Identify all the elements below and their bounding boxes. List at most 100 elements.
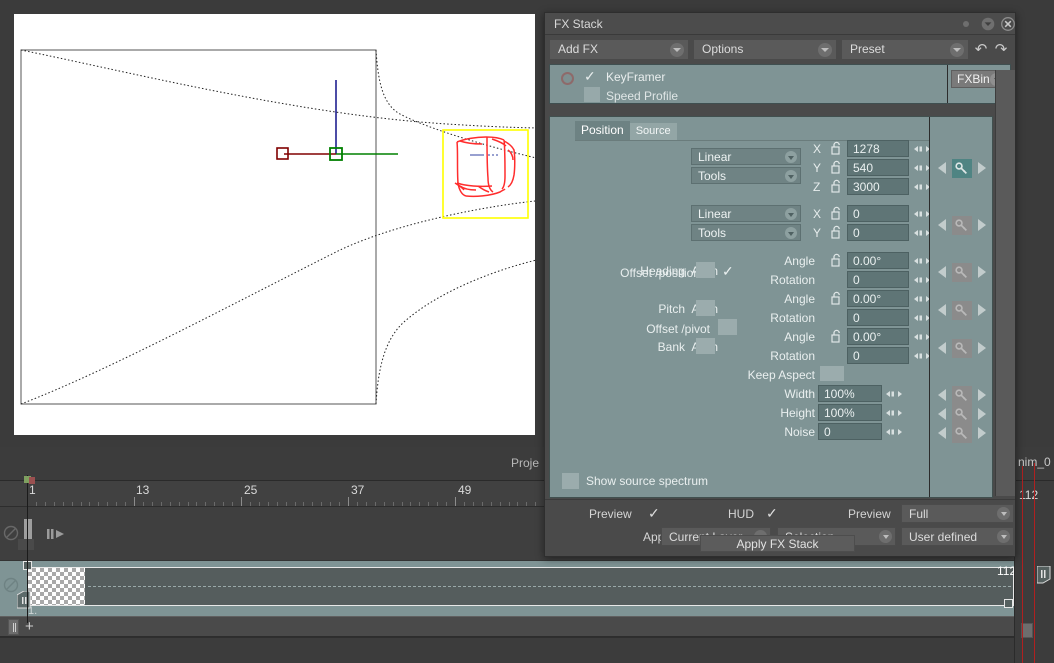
position-z-field[interactable]: 3000: [847, 178, 909, 195]
key-row-bank[interactable]: [930, 337, 993, 359]
chevron-down-icon[interactable]: [997, 530, 1010, 543]
set-key-icon[interactable]: [951, 338, 972, 358]
spinner-pivot-y-icon[interactable]: [914, 227, 930, 239]
heading-rotation-field[interactable]: 0: [847, 271, 909, 288]
spinner-height-icon[interactable]: [886, 407, 902, 419]
speed-profile-checkbox[interactable]: [584, 87, 600, 102]
offset-pivot-interp-select[interactable]: Linear: [691, 205, 801, 222]
next-key-icon[interactable]: [977, 266, 986, 278]
spinner-noise-icon[interactable]: [886, 426, 902, 438]
redo-icon[interactable]: ↷: [993, 40, 1009, 58]
mute-icon[interactable]: [3, 525, 19, 541]
fx-stack-window[interactable]: FX Stack Add FX Options Preset ↶ ↷ ✓ Key…: [544, 12, 1016, 557]
set-key-icon[interactable]: [951, 404, 972, 424]
lock-open-icon[interactable]: [831, 141, 843, 155]
width-field[interactable]: 100%: [818, 385, 882, 402]
preview-check-icon[interactable]: ✓: [648, 505, 660, 522]
show-source-spectrum-checkbox[interactable]: [562, 473, 579, 489]
spinner-z-icon[interactable]: [914, 181, 930, 193]
position-y-field[interactable]: 540: [847, 159, 909, 176]
next-key-icon[interactable]: [977, 219, 986, 231]
set-key-icon[interactable]: [951, 262, 972, 282]
prev-key-icon[interactable]: [937, 427, 946, 439]
pitch-align-checkbox[interactable]: [696, 300, 715, 316]
chevron-down-icon[interactable]: [785, 170, 797, 182]
prev-key-icon[interactable]: [937, 162, 946, 174]
titlebar-dot-icon[interactable]: [963, 21, 969, 27]
set-key-icon[interactable]: [951, 423, 972, 443]
bank-angle-field[interactable]: 0.00°: [847, 328, 909, 345]
fx-enable-radio[interactable]: [561, 72, 574, 85]
timeline-clip[interactable]: [27, 567, 1014, 606]
keyframe-block-ghost[interactable]: [18, 539, 34, 550]
preview-quality-dropdown[interactable]: Full: [901, 504, 1014, 523]
set-key-icon[interactable]: [951, 300, 972, 320]
spinner-heading-angle-icon[interactable]: [914, 255, 930, 267]
lock-open-icon[interactable]: [831, 160, 843, 174]
key-row-noise[interactable]: [930, 422, 993, 444]
tab-position[interactable]: Position: [575, 121, 630, 140]
minimize-icon[interactable]: [981, 17, 995, 31]
playhead-marker-red[interactable]: [29, 477, 35, 484]
spinner-pitch-angle-icon[interactable]: [914, 293, 930, 305]
chevron-down-icon[interactable]: [950, 42, 964, 57]
prev-key-icon[interactable]: [937, 342, 946, 354]
fx-stack-entry[interactable]: ✓ KeyFramer Speed Profile: [550, 65, 947, 103]
bank-align-checkbox[interactable]: [696, 338, 715, 354]
next-key-icon[interactable]: [977, 389, 986, 401]
spinner-pitch-rotation-icon[interactable]: [914, 312, 930, 324]
playhead-red-left[interactable]: [1022, 466, 1023, 663]
set-key-icon[interactable]: [951, 385, 972, 405]
lock-open-icon[interactable]: [831, 253, 843, 267]
lock-open-icon[interactable]: [831, 329, 843, 343]
playhead-red-right[interactable]: [1034, 463, 1035, 663]
rail-grip-icon[interactable]: [1037, 566, 1051, 584]
tab-source[interactable]: Source: [629, 123, 677, 140]
add-layer-row[interactable]: +: [0, 616, 1014, 637]
next-key-icon[interactable]: [977, 342, 986, 354]
apply-fx-stack-button[interactable]: Apply FX Stack: [700, 535, 855, 552]
lock-open-icon[interactable]: [831, 291, 843, 305]
heading-align-checkbox[interactable]: [696, 262, 715, 278]
pitch-rotation-field[interactable]: 0: [847, 309, 909, 326]
spinner-x-icon[interactable]: [914, 143, 930, 155]
next-key-icon[interactable]: [977, 408, 986, 420]
chevron-down-icon[interactable]: [818, 42, 832, 57]
offset-position-interp-select[interactable]: Linear: [691, 148, 801, 165]
spinner-width-icon[interactable]: [886, 388, 902, 400]
set-key-icon[interactable]: [951, 215, 972, 235]
chevron-down-icon[interactable]: [879, 530, 892, 543]
lock-open-icon[interactable]: [831, 206, 843, 220]
offset-pivot-mode-select[interactable]: Tools: [691, 224, 801, 241]
key-row-pivot[interactable]: [930, 214, 993, 236]
noise-field[interactable]: 0: [818, 423, 882, 440]
next-key-icon[interactable]: [977, 162, 986, 174]
key-row-pitch[interactable]: [930, 299, 993, 321]
preset-dropdown[interactable]: Preset: [841, 38, 969, 60]
key-row-position[interactable]: [930, 157, 993, 179]
spinner-y-icon[interactable]: [914, 162, 930, 174]
chevron-down-icon[interactable]: [785, 151, 797, 163]
offset-position-mode-select[interactable]: Tools: [691, 167, 801, 184]
clip-handle-right[interactable]: [1004, 599, 1013, 608]
fx-footer[interactable]: Preview ✓ HUD ✓ Preview Full Apply on Cu…: [545, 499, 1015, 556]
lock-open-icon[interactable]: [831, 225, 843, 239]
prev-key-icon[interactable]: [937, 389, 946, 401]
height-field[interactable]: 100%: [818, 404, 882, 421]
chevron-down-icon[interactable]: [997, 507, 1010, 520]
set-key-icon[interactable]: [951, 158, 972, 178]
prev-key-icon[interactable]: [937, 304, 946, 316]
hud-check-icon[interactable]: ✓: [766, 505, 778, 522]
keyframe-controls-column[interactable]: [929, 117, 992, 497]
chevron-down-icon[interactable]: [785, 208, 797, 220]
pivot-y-field[interactable]: 0: [847, 224, 909, 241]
prev-key-icon[interactable]: [937, 408, 946, 420]
key-row-heading[interactable]: [930, 261, 993, 283]
parameter-tabs[interactable]: Position Source: [575, 120, 677, 140]
layer-lane[interactable]: 1.: [0, 561, 1014, 617]
pivot-x-field[interactable]: 0: [847, 205, 909, 222]
close-icon[interactable]: [1001, 17, 1015, 31]
bank-rotation-field[interactable]: 0: [847, 347, 909, 364]
keep-aspect-checkbox[interactable]: [820, 366, 844, 381]
options-dropdown[interactable]: Options: [693, 38, 837, 60]
